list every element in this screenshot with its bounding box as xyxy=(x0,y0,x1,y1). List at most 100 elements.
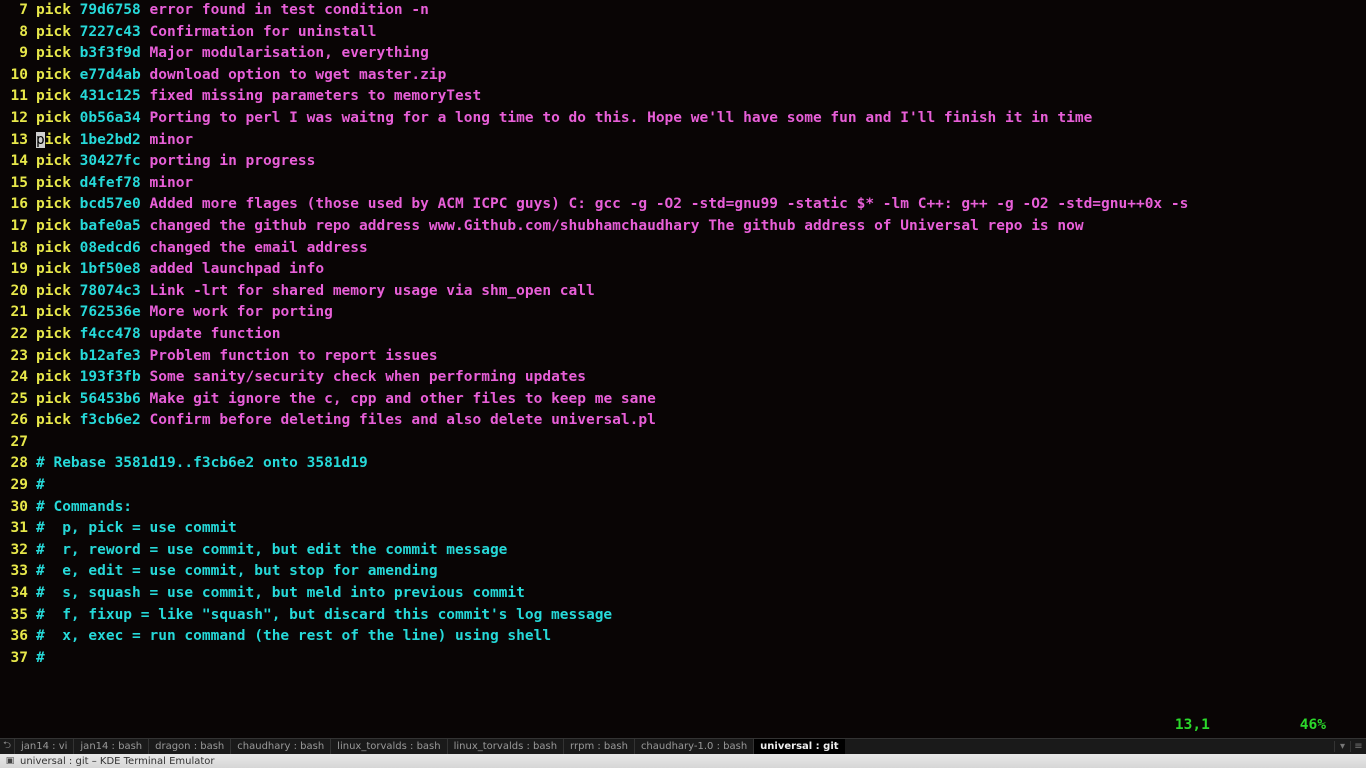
rebase-line[interactable]: 12 pick 0b56a34 Porting to perl I was wa… xyxy=(4,108,1366,130)
line-number: 32 xyxy=(4,540,32,562)
rebase-line[interactable]: 10 pick e77d4ab download option to wget … xyxy=(4,65,1366,87)
comment-text: # s, squash = use commit, but meld into … xyxy=(36,583,525,605)
rebase-line[interactable]: 21 pick 762536e More work for porting xyxy=(4,302,1366,324)
line-number: 12 xyxy=(4,108,32,130)
terminal-tab[interactable]: linux_torvalds : bash xyxy=(330,739,446,754)
line-number: 28 xyxy=(4,453,32,475)
rebase-line[interactable]: 8 pick 7227c43 Confirmation for uninstal… xyxy=(4,22,1366,44)
line-number: 9 xyxy=(4,43,32,65)
line-body: pick 08edcd6 changed the email address xyxy=(36,238,368,260)
commit-message: added launchpad info xyxy=(150,261,325,277)
comment-text: # x, exec = run command (the rest of the… xyxy=(36,626,551,648)
rebase-line[interactable]: 22 pick f4cc478 update function xyxy=(4,324,1366,346)
rebase-command: pick xyxy=(36,45,71,61)
comment-line[interactable]: 30 # Commands: xyxy=(4,497,1366,519)
terminal-tab[interactable]: jan14 : vi xyxy=(14,739,73,754)
commit-message: Major modularisation, everything xyxy=(150,45,429,61)
comment-text: # Rebase 3581d19..f3cb6e2 onto 3581d19 xyxy=(36,453,368,475)
line-number: 18 xyxy=(4,238,32,260)
terminal-tab[interactable]: dragon : bash xyxy=(148,739,230,754)
commit-sha: f4cc478 xyxy=(80,326,141,342)
rebase-line[interactable]: 11 pick 431c125 fixed missing parameters… xyxy=(4,86,1366,108)
line-number: 34 xyxy=(4,583,32,605)
rebase-line[interactable]: 17 pick bafe0a5 changed the github repo … xyxy=(4,216,1366,238)
commit-message: Added more flages (those used by ACM ICP… xyxy=(150,196,1189,212)
rebase-command: pick xyxy=(36,412,71,428)
line-number: 8 xyxy=(4,22,32,44)
rebase-line[interactable]: 19 pick 1bf50e8 added launchpad info xyxy=(4,259,1366,281)
line-body: pick 1bf50e8 added launchpad info xyxy=(36,259,324,281)
line-number: 27 xyxy=(4,432,32,454)
commit-sha: 79d6758 xyxy=(80,2,141,18)
line-number: 22 xyxy=(4,324,32,346)
comment-text: # r, reword = use commit, but edit the c… xyxy=(36,540,507,562)
rebase-line[interactable]: 16 pick bcd57e0 Added more flages (those… xyxy=(4,194,1366,216)
rebase-command: pick xyxy=(36,369,71,385)
rebase-line[interactable]: 15 pick d4fef78 minor xyxy=(4,173,1366,195)
rebase-command: pick xyxy=(36,326,71,342)
rebase-command: pick xyxy=(36,24,71,40)
terminal-tab[interactable]: linux_torvalds : bash xyxy=(447,739,563,754)
comment-line[interactable]: 27 xyxy=(4,432,1366,454)
line-body: pick 79d6758 error found in test conditi… xyxy=(36,0,429,22)
commit-sha: 193f3fb xyxy=(80,369,141,385)
editor-viewport[interactable]: 7 pick 79d6758 error found in test condi… xyxy=(0,0,1366,738)
app-icon: ▣ xyxy=(3,754,17,768)
commit-sha: 0b56a34 xyxy=(80,110,141,126)
rebase-command: pick xyxy=(36,240,71,256)
line-number: 23 xyxy=(4,346,32,368)
comment-line[interactable]: 34 # s, squash = use commit, but meld in… xyxy=(4,583,1366,605)
scroll-percent: 46% xyxy=(1300,717,1326,738)
rebase-line[interactable]: 14 pick 30427fc porting in progress xyxy=(4,151,1366,173)
vim-status-ruler: 13,1 46% xyxy=(1175,717,1366,738)
commit-message: porting in progress xyxy=(150,153,316,169)
comment-line[interactable]: 29 # xyxy=(4,475,1366,497)
line-number: 35 xyxy=(4,605,32,627)
line-number: 33 xyxy=(4,561,32,583)
commit-sha: 08edcd6 xyxy=(80,240,141,256)
comment-line[interactable]: 33 # e, edit = use commit, but stop for … xyxy=(4,561,1366,583)
tabbar-menu-icon[interactable]: ≡ xyxy=(1350,741,1366,752)
line-number: 29 xyxy=(4,475,32,497)
commit-message: download option to wget master.zip xyxy=(150,67,447,83)
rebase-line[interactable]: 24 pick 193f3fb Some sanity/security che… xyxy=(4,367,1366,389)
terminal-tab[interactable]: universal : git xyxy=(753,739,844,754)
rebase-line[interactable]: 9 pick b3f3f9d Major modularisation, eve… xyxy=(4,43,1366,65)
line-body: pick f3cb6e2 Confirm before deleting fil… xyxy=(36,410,656,432)
rebase-line[interactable]: 23 pick b12afe3 Problem function to repo… xyxy=(4,346,1366,368)
commit-sha: bafe0a5 xyxy=(80,218,141,234)
comment-line[interactable]: 35 # f, fixup = like "squash", but disca… xyxy=(4,605,1366,627)
rebase-line[interactable]: 20 pick 78074c3 Link -lrt for shared mem… xyxy=(4,281,1366,303)
rebase-command: pick xyxy=(36,304,71,320)
rebase-line[interactable]: 7 pick 79d6758 error found in test condi… xyxy=(4,0,1366,22)
terminal-tab[interactable]: chaudhary : bash xyxy=(230,739,330,754)
terminal-tab[interactable]: rrpm : bash xyxy=(563,739,634,754)
commit-sha: 30427fc xyxy=(80,153,141,169)
rebase-line[interactable]: 13 pick 1be2bd2 minor xyxy=(4,130,1366,152)
terminal-tab[interactable]: chaudhary-1.0 : bash xyxy=(634,739,753,754)
line-body: pick 30427fc porting in progress xyxy=(36,151,315,173)
comment-text: # p, pick = use commit xyxy=(36,518,237,540)
rebase-command: pick xyxy=(36,175,71,191)
rebase-line[interactable]: 18 pick 08edcd6 changed the email addres… xyxy=(4,238,1366,260)
comment-line[interactable]: 28 # Rebase 3581d19..f3cb6e2 onto 3581d1… xyxy=(4,453,1366,475)
line-body: pick f4cc478 update function xyxy=(36,324,280,346)
commit-sha: 431c125 xyxy=(80,88,141,104)
rebase-command: pick xyxy=(36,196,71,212)
line-number: 30 xyxy=(4,497,32,519)
commit-sha: 1bf50e8 xyxy=(80,261,141,277)
rebase-line[interactable]: 25 pick 56453b6 Make git ignore the c, c… xyxy=(4,389,1366,411)
comment-line[interactable]: 31 # p, pick = use commit xyxy=(4,518,1366,540)
line-body: pick 78074c3 Link -lrt for shared memory… xyxy=(36,281,595,303)
new-tab-button[interactable]: ⮌ xyxy=(0,738,14,755)
commit-sha: f3cb6e2 xyxy=(80,412,141,428)
line-body: pick bafe0a5 changed the github repo add… xyxy=(36,216,1084,238)
commit-sha: 56453b6 xyxy=(80,391,141,407)
line-number: 11 xyxy=(4,86,32,108)
terminal-tab[interactable]: jan14 : bash xyxy=(73,739,148,754)
tabbar-scroll-down-icon[interactable]: ▾ xyxy=(1334,741,1350,752)
rebase-line[interactable]: 26 pick f3cb6e2 Confirm before deleting … xyxy=(4,410,1366,432)
comment-line[interactable]: 36 # x, exec = run command (the rest of … xyxy=(4,626,1366,648)
comment-line[interactable]: 37 # xyxy=(4,648,1366,670)
comment-line[interactable]: 32 # r, reword = use commit, but edit th… xyxy=(4,540,1366,562)
